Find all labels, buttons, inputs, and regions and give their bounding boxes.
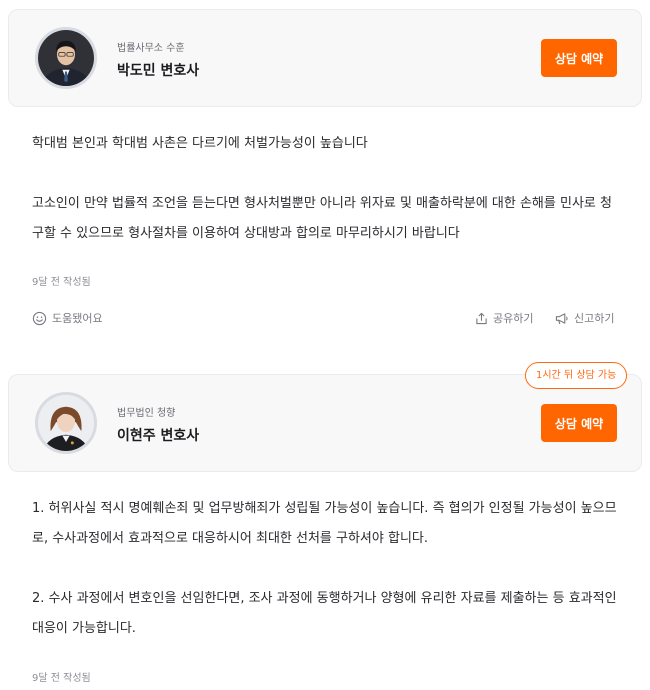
law-firm-name: 법률사무소 수훈 xyxy=(117,43,185,54)
avatar[interactable] xyxy=(35,27,97,89)
share-button[interactable]: 공유하기 xyxy=(475,310,533,326)
answer-paragraph: 1. 허위사실 적시 명예훼손죄 및 업무방해죄가 성립될 가능성이 높습니다.… xyxy=(32,501,617,546)
answer-body: 1. 허위사실 적시 명예훼손죄 및 업무방해죄가 성립될 가능성이 높습니다.… xyxy=(32,494,622,644)
lawyer-name[interactable]: 이현주 변호사 xyxy=(117,425,199,445)
answer-paragraph: 고소인이 만약 법률적 조언을 듣는다면 형사처벌뿐만 아니라 위자료 및 매출… xyxy=(32,196,612,241)
helpful-button[interactable]: 도움됐어요 xyxy=(32,310,103,326)
lawyer-card-1[interactable]: 법률사무소 수훈 박도민 변호사 상담 예약 xyxy=(8,9,642,107)
answer-paragraph: 2. 수사 과정에서 변호인을 선임한다면, 조사 과정에 동행하거나 양형에 … xyxy=(32,591,617,636)
law-firm-name: 법무법인 청향 xyxy=(117,408,176,419)
megaphone-icon xyxy=(555,312,569,325)
share-label: 공유하기 xyxy=(493,312,534,325)
smile-icon xyxy=(32,311,47,326)
posted-time: 9달 전 작성됨 xyxy=(32,673,91,684)
consult-reserve-button[interactable]: 상담 예약 xyxy=(541,39,617,77)
avatar[interactable] xyxy=(35,392,97,454)
share-icon xyxy=(475,312,488,325)
helpful-label: 도움됐어요 xyxy=(52,312,103,325)
lawyer-name[interactable]: 박도민 변호사 xyxy=(117,60,199,80)
consult-reserve-button[interactable]: 상담 예약 xyxy=(541,404,617,442)
answer-body: 학대범 본인과 학대범 사촌은 다르기에 처벌가능성이 높습니다 고소인이 만약… xyxy=(32,129,622,249)
report-button[interactable]: 신고하기 xyxy=(555,310,614,326)
answer-paragraph: 학대범 본인과 학대범 사촌은 다르기에 처벌가능성이 높습니다 xyxy=(32,136,368,151)
posted-time: 9달 전 작성됨 xyxy=(32,277,91,288)
report-label: 신고하기 xyxy=(574,312,615,325)
availability-badge: 1시간 뒤 상담 가능 xyxy=(525,362,628,389)
